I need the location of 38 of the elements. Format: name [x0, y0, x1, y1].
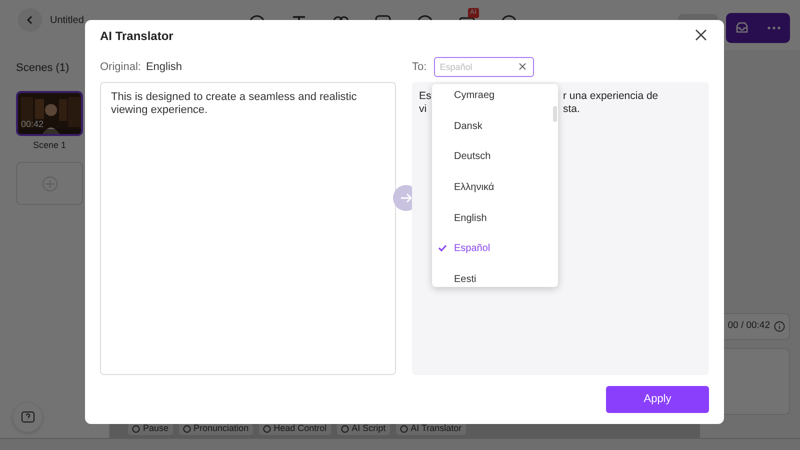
back-button[interactable]: [18, 8, 42, 32]
language-option[interactable]: Eesti: [432, 264, 542, 287]
to-label: To:: [412, 60, 427, 75]
dialog-title: AI Translator: [100, 28, 174, 45]
back-icon[interactable]: [25, 15, 35, 25]
circle-icon[interactable]: [262, 424, 271, 432]
language-option[interactable]: Ελληνικά: [432, 172, 542, 203]
language-option[interactable]: Español: [432, 233, 542, 264]
original-label: Original:: [100, 60, 141, 75]
translation-text: Es: [419, 90, 432, 103]
scene-label: Scene 1: [32, 138, 68, 152]
scene-thumbnail[interactable]: 00:42: [16, 90, 83, 136]
language-option[interactable]: Dansk: [432, 110, 542, 142]
circle-icon[interactable]: [132, 424, 140, 432]
timecode: 00 / 00:42: [728, 319, 770, 334]
circle-icon[interactable]: [182, 424, 191, 432]
clear-icon[interactable]: [518, 63, 526, 70]
check-icon: [438, 244, 447, 252]
source-text-area[interactable]: This is designed to create a seamless and realistic viewing experience.: [100, 82, 396, 375]
language-option[interactable]: Cymraeg: [432, 84, 542, 111]
translation-text: r una experiencia de: [563, 90, 658, 103]
language-option[interactable]: Deutsch: [432, 141, 542, 172]
circle-icon[interactable]: [340, 424, 349, 432]
translation-text: vi: [419, 103, 427, 116]
info-icon[interactable]: [774, 321, 785, 332]
language-search-field[interactable]: Español: [434, 57, 534, 77]
close-button[interactable]: [695, 29, 709, 43]
document-title: Untitled: [50, 14, 84, 28]
apply-button[interactable]: Apply: [606, 386, 709, 413]
help-icon[interactable]: [20, 410, 34, 424]
circle-icon[interactable]: [400, 424, 408, 432]
scene-duration: 00:42: [21, 118, 44, 131]
language-option[interactable]: English: [432, 202, 542, 234]
inbox-icon[interactable]: [735, 21, 749, 35]
more-icon[interactable]: [767, 26, 781, 30]
original-language: English: [146, 60, 182, 75]
sidebar-heading: Scenes (1): [16, 61, 70, 76]
translation-text: sta.: [563, 103, 580, 116]
